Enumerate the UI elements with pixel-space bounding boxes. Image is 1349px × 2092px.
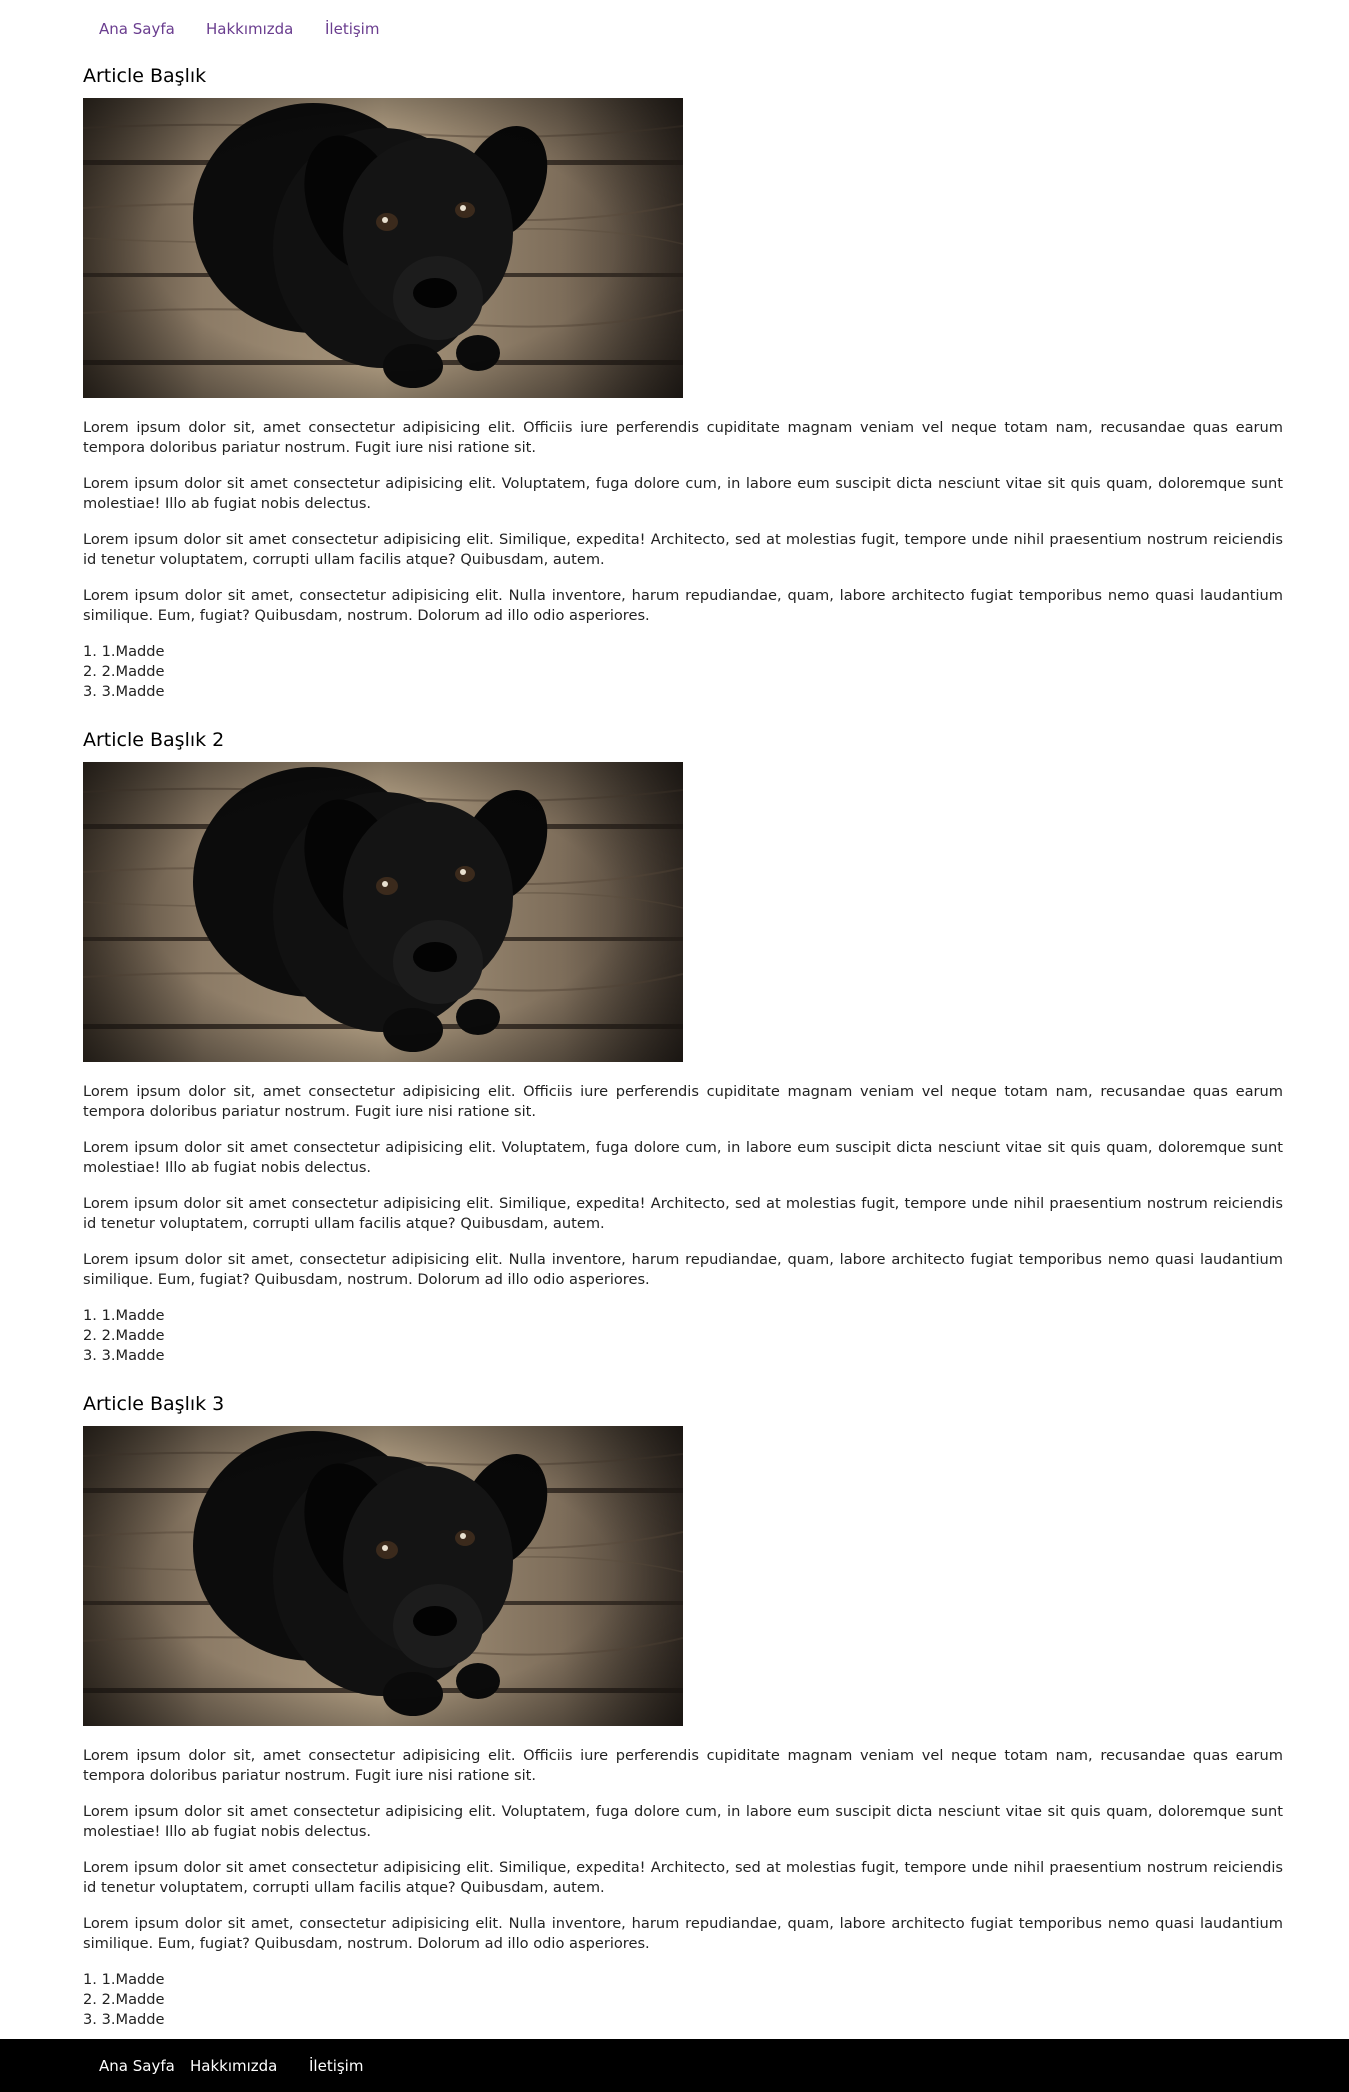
- list-item: 3. 3.Madde: [83, 1347, 165, 1364]
- list-item: 1. 1.Madde: [83, 643, 165, 660]
- article-paragraph: Lorem ipsum dolor sit amet, consectetur …: [83, 587, 1283, 624]
- list-item: 2. 2.Madde: [83, 663, 165, 680]
- article-paragraph: Lorem ipsum dolor sit amet consectetur a…: [83, 1859, 1283, 1896]
- footer-link-iletisim[interactable]: İletişim: [309, 2057, 363, 2075]
- article-paragraph: Lorem ipsum dolor sit, amet consectetur …: [83, 1083, 1283, 1120]
- article: Article Başlık Lorem ipsum dolor sit, am…: [83, 62, 1283, 722]
- article-paragraph: Lorem ipsum dolor sit, amet consectetur …: [83, 419, 1283, 456]
- main-content: Article Başlık Lorem ipsum dolor sit, am…: [83, 58, 1283, 2050]
- nav-link-iletisim[interactable]: İletişim: [325, 20, 379, 38]
- dog-photo: [83, 762, 683, 1062]
- article-paragraph: Lorem ipsum dolor sit amet, consectetur …: [83, 1915, 1283, 1952]
- article-paragraph: Lorem ipsum dolor sit amet consectetur a…: [83, 1139, 1283, 1176]
- list-item: 3. 3.Madde: [83, 2011, 165, 2028]
- dog-photo: [83, 98, 683, 398]
- list-item: 1. 1.Madde: [83, 1971, 165, 1988]
- article-list: 1. 1.Madde 2. 2.Madde 3. 3.Madde: [83, 1306, 1283, 1366]
- article: Article Başlık 2 Lorem ipsum dolor sit, …: [83, 726, 1283, 1386]
- list-item: 2. 2.Madde: [83, 1327, 165, 1344]
- article-list: 1. 1.Madde 2. 2.Madde 3. 3.Madde: [83, 1970, 1283, 2030]
- footer-nav: Ana Sayfa Hakkımızda İletişim: [0, 2039, 1349, 2092]
- article-paragraph: Lorem ipsum dolor sit, amet consectetur …: [83, 1747, 1283, 1784]
- footer-link-hakkimizda[interactable]: Hakkımızda: [190, 2057, 277, 2075]
- article-title: Article Başlık 3: [83, 1393, 225, 1415]
- article-paragraph: Lorem ipsum dolor sit amet consectetur a…: [83, 531, 1283, 568]
- dog-photo: [83, 1426, 683, 1726]
- list-item: 1. 1.Madde: [83, 1307, 165, 1324]
- article-title: Article Başlık: [83, 65, 207, 87]
- nav-link-hakkimizda[interactable]: Hakkımızda: [206, 20, 293, 38]
- top-nav: Ana Sayfa Hakkımızda İletişim: [0, 0, 1349, 58]
- footer-link-ana-sayfa[interactable]: Ana Sayfa: [99, 2057, 175, 2075]
- article-paragraph: Lorem ipsum dolor sit amet consectetur a…: [83, 1195, 1283, 1232]
- article-list: 1. 1.Madde 2. 2.Madde 3. 3.Madde: [83, 642, 1283, 702]
- list-item: 3. 3.Madde: [83, 683, 165, 700]
- list-item: 2. 2.Madde: [83, 1991, 165, 2008]
- article-paragraph: Lorem ipsum dolor sit amet consectetur a…: [83, 475, 1283, 512]
- article-title: Article Başlık 2: [83, 729, 225, 751]
- article: Article Başlık 3 Lorem ipsum dolor sit, …: [83, 1390, 1283, 2050]
- article-paragraph: Lorem ipsum dolor sit amet, consectetur …: [83, 1251, 1283, 1288]
- nav-link-ana-sayfa[interactable]: Ana Sayfa: [99, 20, 175, 38]
- article-paragraph: Lorem ipsum dolor sit amet consectetur a…: [83, 1803, 1283, 1840]
